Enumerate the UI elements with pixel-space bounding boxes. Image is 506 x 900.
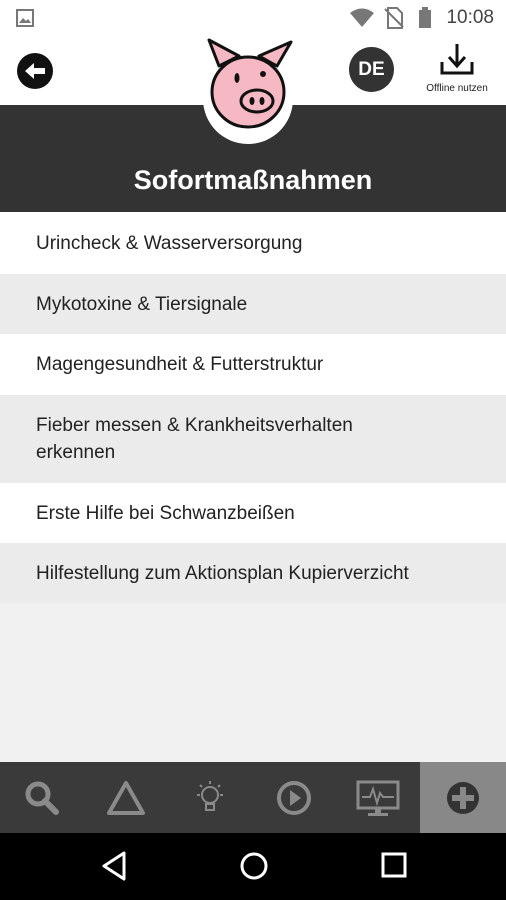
list-item-label: Mykotoxine & Tiersignale (36, 293, 248, 315)
lightbulb-icon (197, 780, 223, 811)
nav-monitor[interactable] (336, 762, 420, 833)
list-item[interactable]: Fieber messen & Krankheitsverhalten erke… (0, 395, 506, 483)
offline-label: Offline nutzen (426, 83, 488, 94)
offline-button[interactable]: Offline nutzen (416, 42, 498, 94)
image-notification-icon (16, 9, 34, 27)
list-item[interactable]: Urincheck & Wasserversorgung (0, 212, 506, 274)
pig-logo (201, 36, 295, 144)
list-item[interactable]: Hilfestellung zum Aktionsplan Kupierverz… (0, 543, 506, 603)
list-item[interactable]: Mykotoxine & Tiersignale (0, 274, 506, 334)
home-circle-icon[interactable] (238, 850, 270, 882)
nav-warning[interactable] (84, 762, 168, 833)
plus-circle-icon (447, 781, 479, 814)
status-bar: 10:08 (0, 0, 506, 36)
list-item[interactable]: Erste Hilfe bei Schwanzbeißen (0, 483, 506, 543)
warning-triangle-icon (107, 780, 145, 815)
bottom-nav (0, 762, 506, 833)
search-icon (25, 781, 59, 815)
clock: 10:08 (446, 7, 494, 28)
page-title: Sofortmaßnahmen (133, 165, 373, 195)
recents-square-icon[interactable] (380, 851, 408, 879)
no-sim-icon (384, 7, 404, 29)
system-nav-bar (0, 833, 506, 900)
monitor-icon (356, 780, 400, 816)
nav-tips[interactable] (168, 762, 252, 833)
download-icon (440, 44, 474, 75)
language-button[interactable]: DE (349, 47, 394, 92)
list-item-label: Magengesundheit & Futterstruktur (36, 354, 324, 375)
list-item[interactable]: Magengesundheit & Futterstruktur (0, 334, 506, 395)
back-button[interactable] (17, 53, 53, 89)
list-item-label: Fieber messen & Krankheitsverhalten erke… (36, 415, 353, 463)
wifi-icon (350, 8, 374, 27)
nav-video[interactable] (252, 762, 336, 833)
list-item-label: Hilfestellung zum Aktionsplan Kupierverz… (36, 562, 409, 584)
play-icon (277, 780, 311, 815)
battery-icon (419, 7, 431, 28)
nav-first-aid[interactable] (420, 762, 506, 833)
pig-icon (207, 38, 293, 129)
back-triangle-icon[interactable] (100, 850, 128, 882)
list-item-label: Urincheck & Wasserversorgung (36, 232, 303, 254)
arrow-left-icon (25, 63, 45, 79)
list-item-label: Erste Hilfe bei Schwanzbeißen (36, 502, 295, 524)
nav-search[interactable] (0, 762, 84, 833)
menu-list: Urincheck & Wasserversorgung Mykotoxine … (0, 212, 506, 603)
